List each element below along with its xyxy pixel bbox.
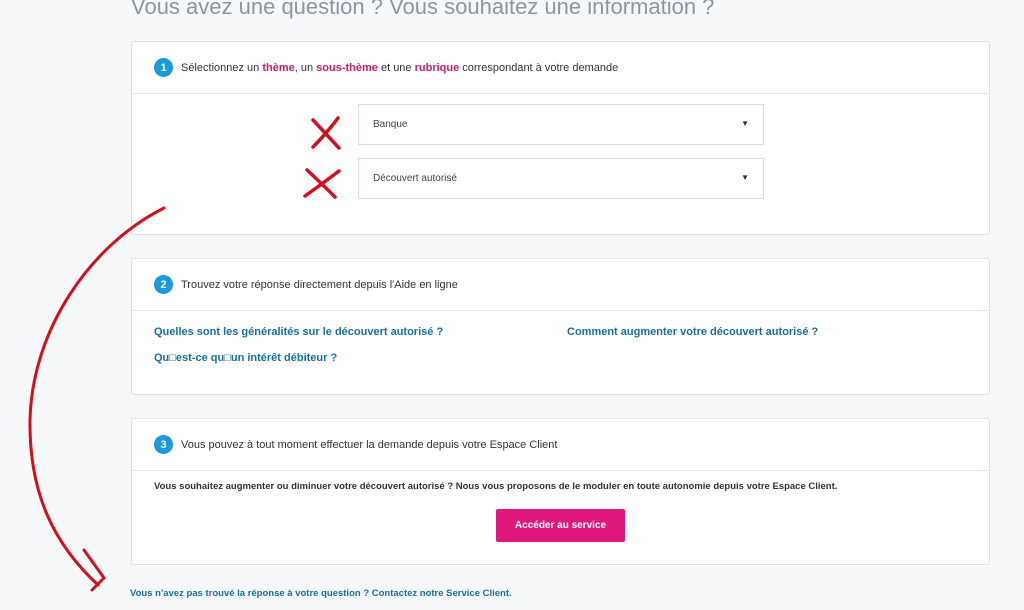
caret-down-icon: ▼ xyxy=(741,119,749,128)
subtheme-select[interactable]: Découvert autorisé ▼ xyxy=(358,158,764,199)
step2-card: 2 Trouvez votre réponse directement depu… xyxy=(131,258,990,395)
step1-title-text: correspondant à votre demande xyxy=(459,61,619,74)
step2-title: Trouvez votre réponse directement depuis… xyxy=(181,278,458,291)
step3-title: Vous pouvez à tout moment effectuer la d… xyxy=(181,438,558,451)
step3-description: Vous souhaitez augmenter ou diminuer vot… xyxy=(154,481,838,492)
access-service-button[interactable]: Accéder au service xyxy=(496,509,625,542)
step1-title-text: Sélectionnez un xyxy=(181,61,263,74)
step2-header: 2 Trouvez votre réponse directement depu… xyxy=(132,259,989,311)
faq-link-interet-debiteur[interactable]: Qu□est-ce qu□un intérêt débiteur ? xyxy=(154,352,337,364)
step1-title-text: , un xyxy=(294,61,317,74)
faq-link-generalites[interactable]: Quelles sont les généralités sur le déco… xyxy=(154,326,443,338)
step1-header: 1 Sélectionnez un thème, un sous-thème e… xyxy=(132,42,989,94)
theme-select-value: Banque xyxy=(373,119,408,130)
step3-header: 3 Vous pouvez à tout moment effectuer la… xyxy=(132,419,989,471)
step1-badge: 1 xyxy=(154,58,173,77)
step1-title-rubrique: rubrique xyxy=(414,61,460,74)
step1-title: Sélectionnez un thème, un sous-thème et … xyxy=(181,62,618,74)
step2-badge: 2 xyxy=(154,275,173,294)
page-title: Vous avez une question ? Vous souhaitez … xyxy=(131,0,715,19)
step1-title-subtheme: sous-thème xyxy=(316,61,378,74)
theme-select[interactable]: Banque ▼ xyxy=(358,104,764,145)
subtheme-select-value: Découvert autorisé xyxy=(373,173,457,184)
caret-down-icon: ▼ xyxy=(741,173,749,182)
faq-link-augmenter[interactable]: Comment augmenter votre découvert autori… xyxy=(567,326,818,338)
contact-service-client-link[interactable]: Vous n'avez pas trouvé la réponse à votr… xyxy=(130,588,512,599)
step3-badge: 3 xyxy=(154,435,173,454)
step1-title-theme: thème xyxy=(262,61,295,74)
step1-title-text: et une xyxy=(377,61,415,74)
step1-card: 1 Sélectionnez un thème, un sous-thème e… xyxy=(131,41,990,235)
arrow-head-icon xyxy=(82,548,106,592)
step3-card: 3 Vous pouvez à tout moment effectuer la… xyxy=(131,418,990,565)
